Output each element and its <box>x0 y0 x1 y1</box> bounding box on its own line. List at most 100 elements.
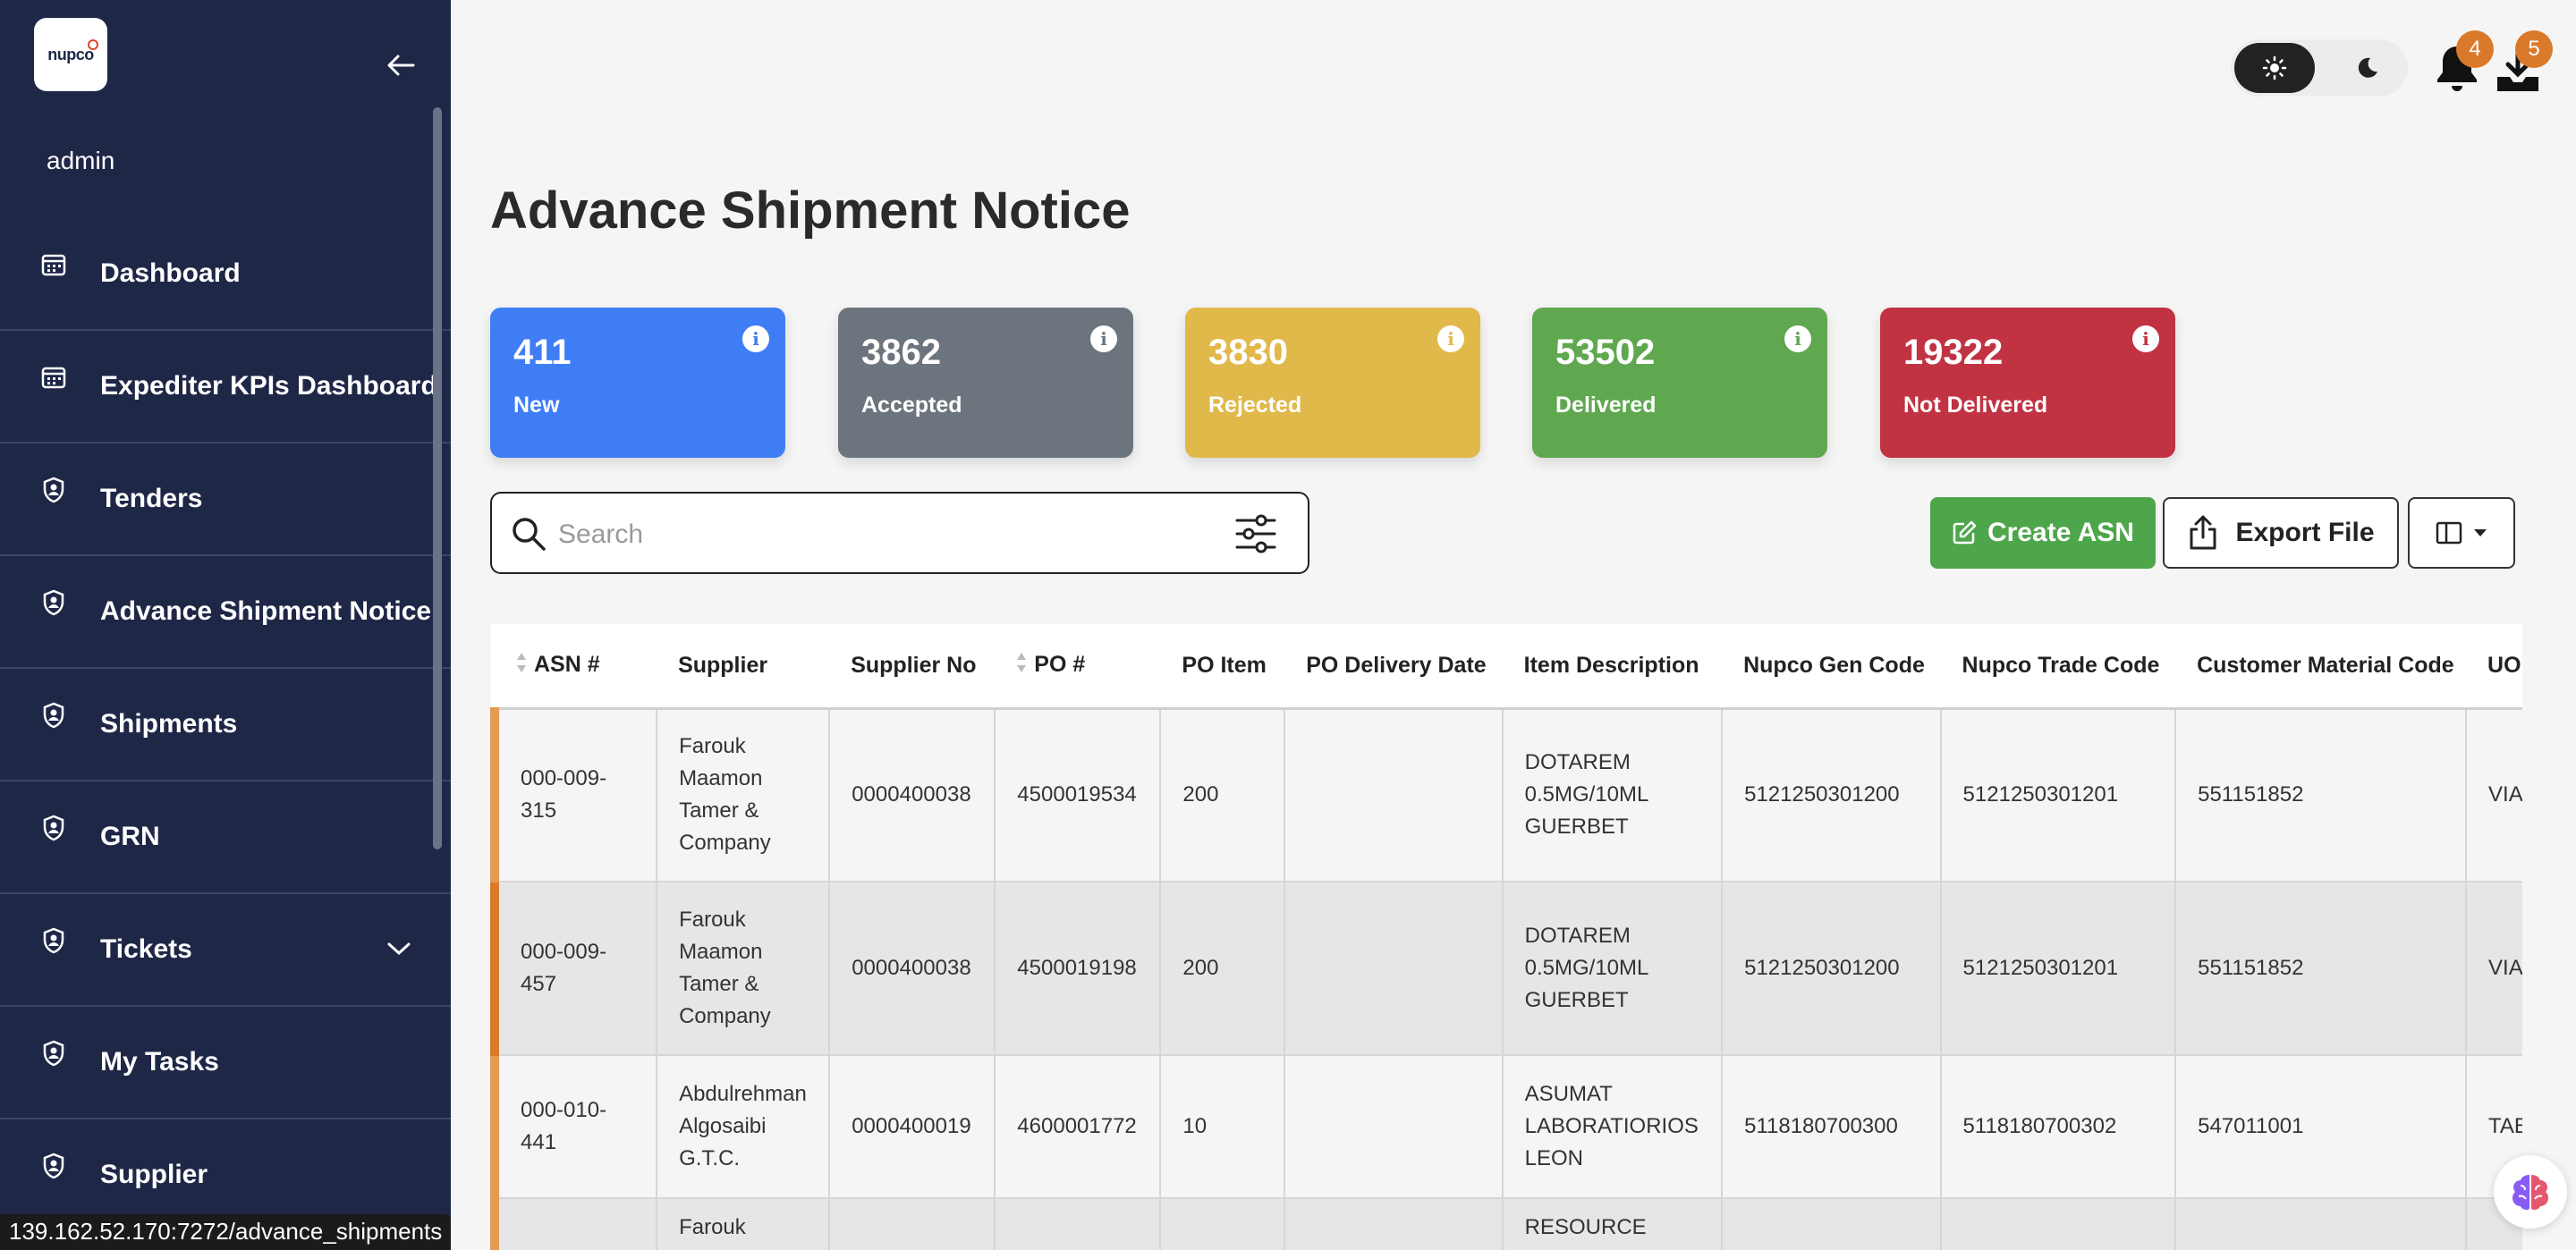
cell-supplier: Farouk <box>657 1198 831 1250</box>
shield-user-icon <box>39 588 68 617</box>
stat-card-not-delivered[interactable]: 19322 Not Delivered i <box>1880 308 2175 458</box>
cell-po-item <box>1160 1198 1286 1250</box>
sidebar-item-dashboard[interactable]: Dashboard <box>0 218 451 331</box>
column-header-po-delivery-date[interactable]: PO Delivery Date <box>1284 624 1503 710</box>
cell-supplier: Farouk Maamon Tamer & Company <box>657 708 831 883</box>
sun-icon <box>2234 43 2315 93</box>
cell-po-item: 200 <box>1160 882 1286 1056</box>
shield-user-icon <box>39 1039 68 1068</box>
info-icon[interactable]: i <box>742 325 769 352</box>
column-header-supplier[interactable]: Supplier <box>657 624 830 710</box>
stat-value: 411 <box>513 333 572 372</box>
user-name: admin <box>47 147 115 174</box>
cell-customer-material-code <box>2175 1198 2468 1250</box>
column-header-item-description[interactable]: Item Description <box>1502 624 1723 710</box>
export-file-button[interactable]: Export File <box>2163 497 2399 569</box>
cell-customer-material-code: 547011001 <box>2175 1055 2468 1199</box>
asn-table: ASN # Supplier Supplier No PO # PO Item … <box>490 624 2522 1250</box>
cell-po-item: 200 <box>1160 708 1286 883</box>
cell-nupco-trade-code: 5121250301201 <box>1940 882 2177 1056</box>
asn-table-container[interactable]: ASN # Supplier Supplier No PO # PO Item … <box>490 624 2522 1250</box>
stat-card-delivered[interactable]: 53502 Delivered i <box>1532 308 1827 458</box>
info-icon[interactable]: i <box>1437 325 1464 352</box>
table-row[interactable]: 000-010-441 Abdulrehman Algosaibi G.T.C.… <box>490 1055 2522 1199</box>
stat-label: Rejected <box>1208 393 1302 418</box>
search-input[interactable] <box>558 510 1148 560</box>
sidebar-item-expediter-kpis[interactable]: Expediter KPIs Dashboard <box>0 331 451 443</box>
shield-user-icon <box>39 476 68 504</box>
sort-icon <box>516 650 527 681</box>
sidebar-item-advance-shipment-notice[interactable]: Advance Shipment Notice <box>0 556 451 669</box>
calendar-icon <box>39 363 68 392</box>
create-asn-button[interactable]: Create ASN <box>1930 497 2156 569</box>
status-url: 139.162.52.170:7272/advance_shipments <box>0 1214 452 1250</box>
sidebar-item-tickets[interactable]: Tickets <box>0 894 451 1007</box>
cell-uom: VIA <box>2466 882 2522 1056</box>
caret-down-icon <box>2474 529 2487 536</box>
cell-supplier: Farouk Maamon Tamer & Company <box>657 882 831 1056</box>
column-header-supplier-no[interactable]: Supplier No <box>829 624 996 710</box>
nupco-logo[interactable]: nupco <box>34 18 107 91</box>
cell-customer-material-code: 551151852 <box>2175 708 2468 883</box>
shield-user-icon <box>39 926 68 955</box>
sidebar-item-grn[interactable]: GRN <box>0 781 451 894</box>
cell-item-description: RESOURCE <box>1502 1198 1724 1250</box>
shield-user-icon <box>39 1152 68 1180</box>
sidebar-item-my-tasks[interactable]: My Tasks <box>0 1007 451 1119</box>
column-header-nupco-gen-code[interactable]: Nupco Gen Code <box>1722 624 1941 710</box>
sidebar-item-shipments[interactable]: Shipments <box>0 669 451 781</box>
stat-card-rejected[interactable]: 3830 Rejected i <box>1185 308 1480 458</box>
sidebar-item-label: Dashboard <box>100 258 241 288</box>
info-icon[interactable]: i <box>1090 325 1117 352</box>
cell-nupco-gen-code: 5121250301200 <box>1722 882 1942 1056</box>
filter-sliders-icon[interactable] <box>1234 513 1277 559</box>
cell-nupco-gen-code <box>1722 1198 1942 1250</box>
ai-assistant-button[interactable] <box>2494 1155 2567 1229</box>
sidebar-scrollbar[interactable] <box>433 107 442 849</box>
sidebar-item-label: Advance Shipment Notice <box>100 596 432 626</box>
cell-item-description: DOTAREM 0.5MG/10ML GUERBET <box>1502 708 1724 883</box>
cell-po: 4600001772 <box>995 1055 1162 1199</box>
column-header-po-item[interactable]: PO Item <box>1160 624 1285 710</box>
sidebar-item-tenders[interactable]: Tenders <box>0 443 451 556</box>
cell-nupco-trade-code <box>1940 1198 2177 1250</box>
cell-customer-material-code: 551151852 <box>2175 882 2468 1056</box>
column-header-uom[interactable]: UOM <box>2466 624 2522 710</box>
moon-icon <box>2354 55 2379 85</box>
collapse-sidebar-button[interactable] <box>379 46 422 84</box>
stat-label: Delivered <box>1555 393 1657 418</box>
cell-supplier-no: 0000400038 <box>829 882 996 1056</box>
table-row[interactable]: Farouk RESOURCE <box>490 1198 2522 1250</box>
column-header-customer-material-code[interactable]: Customer Material Code <box>2175 624 2467 710</box>
column-visibility-button[interactable] <box>2408 497 2515 569</box>
theme-toggle[interactable] <box>2231 39 2408 97</box>
page-title: Advance Shipment Notice <box>490 182 1131 240</box>
stat-card-accepted[interactable]: 3862 Accepted i <box>838 308 1133 458</box>
downloads-button[interactable]: 5 <box>2490 30 2553 93</box>
cell-supplier: Abdulrehman Algosaibi G.T.C. <box>657 1055 831 1199</box>
shield-user-icon <box>39 814 68 842</box>
table-row[interactable]: 000-009-457 Farouk Maamon Tamer & Compan… <box>490 882 2522 1056</box>
column-header-po[interactable]: PO # <box>995 624 1161 710</box>
stat-card-new[interactable]: 411 New i <box>490 308 785 458</box>
info-icon[interactable]: i <box>2132 325 2159 352</box>
chevron-down-icon[interactable] <box>386 941 411 961</box>
info-icon[interactable]: i <box>1784 325 1811 352</box>
column-header-nupco-trade-code[interactable]: Nupco Trade Code <box>1940 624 2176 710</box>
table-header-row: ASN # Supplier Supplier No PO # PO Item … <box>495 624 2522 710</box>
column-header-asn[interactable]: ASN # <box>495 624 657 710</box>
sidebar: nupco admin Dashboard Expediter KPIs Das… <box>0 0 451 1250</box>
stat-value: 3862 <box>861 333 941 372</box>
stat-value: 3830 <box>1208 333 1288 372</box>
shield-user-icon <box>39 701 68 730</box>
arrow-left-icon <box>387 55 415 76</box>
sidebar-item-label: Expediter KPIs Dashboard <box>100 371 437 401</box>
stat-label: New <box>513 393 560 418</box>
cell-nupco-trade-code: 5121250301201 <box>1940 708 2177 883</box>
notifications-button[interactable]: 4 <box>2433 30 2494 93</box>
table-row[interactable]: 000-009-315 Farouk Maamon Tamer & Compan… <box>490 708 2522 883</box>
downloads-badge: 5 <box>2515 30 2553 68</box>
cell-item-description: ASUMAT LABORATIORIOS LEON <box>1502 1055 1724 1199</box>
cell-item-description: DOTAREM 0.5MG/10ML GUERBET <box>1502 882 1724 1056</box>
cell-po-delivery-date <box>1284 1198 1504 1250</box>
